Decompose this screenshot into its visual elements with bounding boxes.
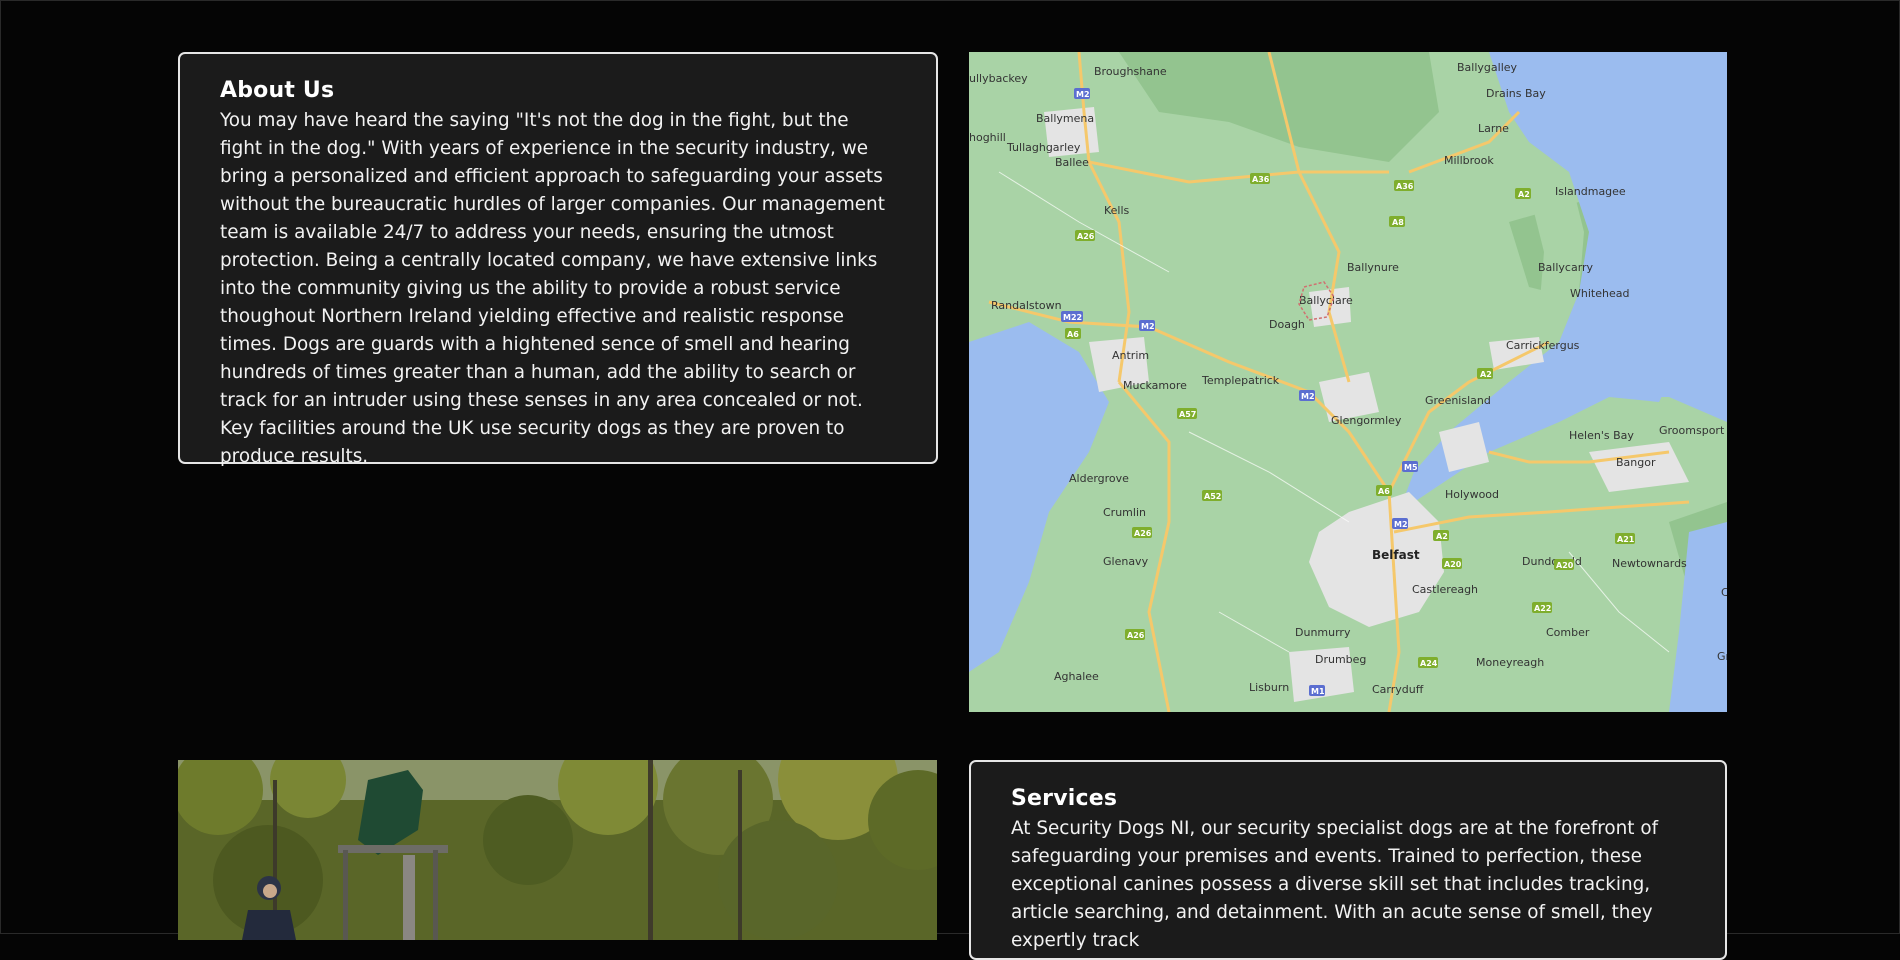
map-label-bangor: Bangor — [1616, 456, 1656, 469]
map-label-drains-bay: Drains Bay — [1486, 87, 1546, 100]
map-label-carrickfergus: Carrickfergus — [1506, 339, 1580, 352]
road-shield-a57: A57 — [1179, 410, 1196, 419]
map-label-greenisland: Greenisland — [1425, 394, 1491, 407]
road-shield-a22: A22 — [1534, 604, 1551, 613]
about-us-card: About Us You may have heard the saying "… — [178, 52, 938, 467]
road-shield-a6-belfast: A6 — [1378, 487, 1390, 496]
road-shield-m5: M5 — [1404, 463, 1418, 472]
road-shield-m2-belfast: M2 — [1394, 520, 1408, 529]
map-label-tullaghgarley: Tullaghgarley — [1006, 141, 1081, 154]
map-label-dunmurry: Dunmurry — [1295, 626, 1351, 639]
road-shield-m2-north: M2 — [1076, 90, 1090, 99]
map-canvas[interactable]: Ballygalley Broughshane ullybackey Drain… — [969, 52, 1727, 712]
services-card: Services At Security Dogs NI, our securi… — [969, 760, 1727, 960]
map-label-groomsport: Groomsport — [1659, 424, 1725, 437]
map-label-muckamore: Muckamore — [1123, 379, 1187, 392]
map-label-crumlin: Crumlin — [1103, 506, 1146, 519]
road-shield-a24: A24 — [1420, 659, 1438, 668]
road-shield-a6: A6 — [1067, 330, 1079, 339]
about-us-title: About Us — [220, 78, 335, 103]
road-shield-m2-templepatrick: M2 — [1301, 392, 1315, 401]
map-label-lisburn: Lisburn — [1249, 681, 1289, 694]
map-label-drumbeg: Drumbeg — [1315, 653, 1366, 666]
map-label-aldergrove: Aldergrove — [1069, 472, 1129, 485]
map-label-moneyreagh: Moneyreagh — [1476, 656, 1544, 669]
map-label-helens-bay: Helen's Bay — [1569, 429, 1634, 442]
map-label-ballee: Ballee — [1055, 156, 1089, 169]
map-label-ballycarry: Ballycarry — [1538, 261, 1594, 274]
map-label-antrim: Antrim — [1112, 349, 1149, 362]
map-label-newtownards: Newtownards — [1612, 557, 1687, 570]
road-shield-a2-holywood: A2 — [1436, 532, 1448, 541]
map-label-kells: Kells — [1104, 204, 1130, 217]
road-shield-a21: A21 — [1617, 535, 1635, 544]
map-label-ballymena: Ballymena — [1036, 112, 1094, 125]
road-shield-m22: M22 — [1063, 313, 1082, 322]
road-shield-a36-west: A36 — [1252, 175, 1270, 184]
road-shield-a36-east: A36 — [1396, 182, 1414, 191]
map-label-templepatrick: Templepatrick — [1201, 374, 1280, 387]
map-label-millbrook: Millbrook — [1444, 154, 1494, 167]
location-map[interactable]: Ballygalley Broughshane ullybackey Drain… — [969, 52, 1727, 712]
road-shield-a20: A20 — [1444, 560, 1462, 569]
handler-photo — [178, 760, 937, 940]
map-label-ca-edge: Ca — [1721, 586, 1727, 599]
about-us-body: You may have heard the saying "It's not … — [220, 110, 885, 467]
services-body: At Security Dogs NI, our security specia… — [1011, 818, 1659, 951]
map-label-glengormley: Glengormley — [1331, 414, 1402, 427]
map-label-ahoghill: hoghill — [969, 131, 1006, 144]
map-label-castlereagh: Castlereagh — [1412, 583, 1478, 596]
handler-photo-graphic — [178, 760, 937, 940]
map-label-glenavy: Glenavy — [1103, 555, 1149, 568]
map-label-gr-edge: Gr — [1717, 650, 1727, 663]
road-shield-a26-crumlin: A26 — [1134, 529, 1152, 538]
map-label-comber: Comber — [1546, 626, 1590, 639]
map-label-ballygalley: Ballygalley — [1457, 61, 1518, 74]
road-shield-a2-carrick: A2 — [1480, 370, 1492, 379]
road-shield-m2-antrim: M2 — [1141, 322, 1155, 331]
map-label-randalstown: Randalstown — [991, 299, 1062, 312]
map-label-ballynure: Ballynure — [1347, 261, 1399, 274]
map-label-ballyclare: Ballyclare — [1299, 294, 1353, 307]
road-shield-a20-east: A20 — [1556, 561, 1574, 570]
map-label-whitehead: Whitehead — [1570, 287, 1629, 300]
map-label-holywood: Holywood — [1445, 488, 1499, 501]
map-label-ballybackey: ullybackey — [969, 72, 1028, 85]
map-label-carryduff: Carryduff — [1372, 683, 1424, 696]
map-label-broughshane: Broughshane — [1094, 65, 1167, 78]
road-shield-a52: A52 — [1204, 492, 1221, 501]
road-shield-a26-south: A26 — [1127, 631, 1145, 640]
map-label-larne: Larne — [1478, 122, 1509, 135]
services-title: Services — [1011, 786, 1118, 811]
road-shield-a8: A8 — [1392, 218, 1404, 227]
map-label-doagh: Doagh — [1269, 318, 1305, 331]
map-label-islandmagee: Islandmagee — [1555, 185, 1626, 198]
road-shield-m1: M1 — [1311, 687, 1325, 696]
map-label-aghalee: Aghalee — [1054, 670, 1099, 683]
road-shield-a2-larne: A2 — [1518, 190, 1530, 199]
road-shield-a26-kells: A26 — [1077, 232, 1095, 241]
map-label-belfast: Belfast — [1372, 548, 1420, 562]
